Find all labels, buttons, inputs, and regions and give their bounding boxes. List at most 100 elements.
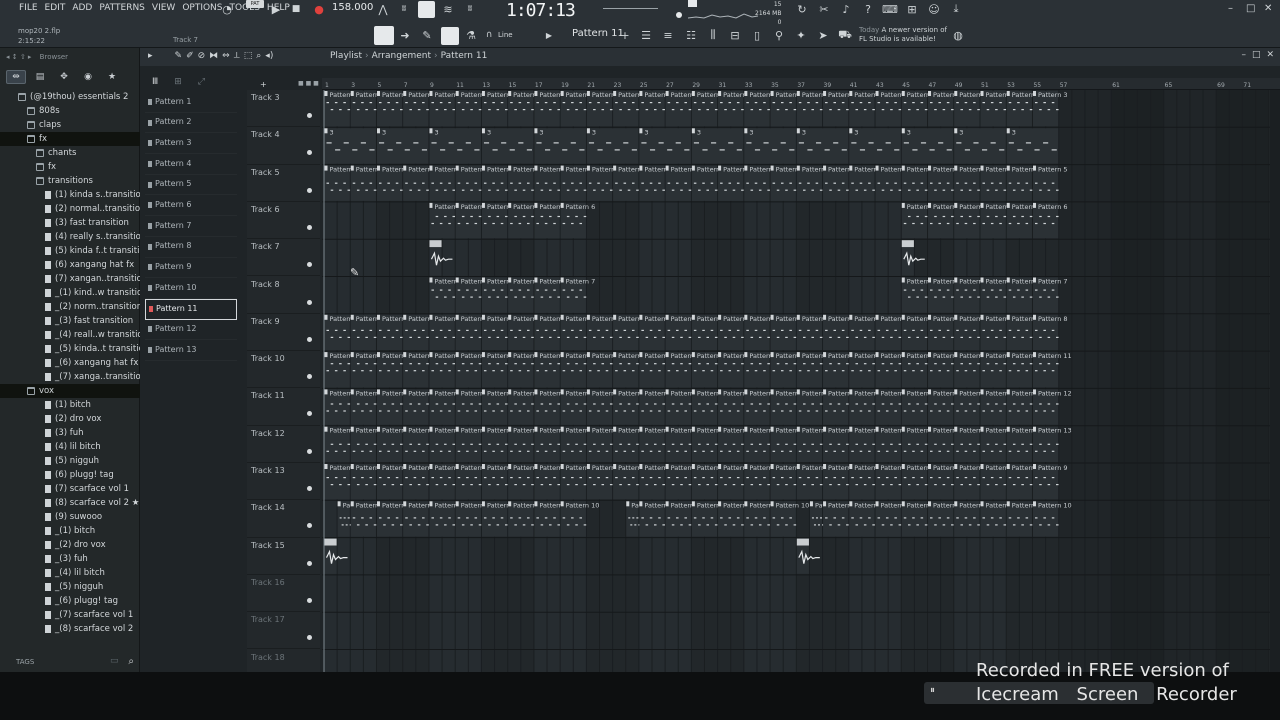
mixer-view-icon[interactable]: ⫼	[705, 28, 721, 42]
magnet-icon[interactable]: ∩	[484, 29, 494, 41]
download-icon[interactable]: ⤓	[948, 1, 964, 17]
tools-icon[interactable]: ✦	[793, 28, 809, 42]
cut-icon[interactable]: ✂	[816, 1, 832, 17]
browser-file[interactable]: _(4) reall..w transition	[0, 328, 140, 342]
wait-input-icon[interactable]: ʬ	[396, 2, 412, 16]
browser-folder[interactable]: fx	[0, 132, 140, 146]
track-mute-led[interactable]	[307, 635, 312, 641]
menu-patterns[interactable]: PATTERNS	[98, 3, 146, 13]
track-header[interactable]: Track 6	[247, 202, 320, 240]
pause-icon[interactable]: ⏸	[930, 685, 935, 696]
add-pattern-icon[interactable]: +	[620, 28, 630, 42]
track-header[interactable]: Track 5	[247, 165, 320, 202]
picker-auto-mode-icon[interactable]: ⤢	[198, 77, 205, 87]
browser-file[interactable]: (1) kinda s..transition	[0, 188, 140, 202]
vertical-scrollbar[interactable]	[1270, 90, 1280, 672]
playlist-close-icon[interactable]: ✕	[1266, 50, 1274, 60]
pattern-clip[interactable]: 3	[429, 128, 481, 164]
pencil-icon[interactable]: ✎	[420, 28, 434, 42]
browser-file[interactable]: (6) plugg! tag	[0, 468, 140, 482]
tempo-display[interactable]: 158.000	[332, 2, 373, 13]
track-header[interactable]: Track 3	[247, 90, 320, 128]
browser-projects-icon[interactable]: ◉	[78, 70, 98, 84]
playlist-maximize-icon[interactable]: □	[1252, 50, 1261, 60]
arrow-right-icon[interactable]: ➜	[398, 28, 412, 42]
slice-tool-icon[interactable]: ⟂	[234, 51, 240, 61]
brush-tool-icon[interactable]: ✐	[186, 51, 194, 61]
search-icon[interactable]: ⌕	[128, 656, 134, 667]
pat-song-toggle-icon[interactable]: ◔	[219, 1, 235, 17]
track-mute-led[interactable]	[307, 523, 312, 529]
mute-tool-icon[interactable]: ⧓	[209, 51, 218, 61]
track-header[interactable]: Track 13	[247, 463, 320, 501]
browser-folder[interactable]: transitions	[0, 174, 140, 188]
browser-nav-icon[interactable]: ◂ ↕ ⇧ ▸	[6, 53, 31, 61]
browser-file[interactable]: _(5) nigguh	[0, 580, 140, 594]
microphone-icon[interactable]: ♪	[838, 1, 854, 17]
menu-file[interactable]: FILE	[18, 3, 39, 13]
track-mute-led[interactable]	[307, 486, 312, 491]
browser-file[interactable]: _(7) scarface vol 1	[0, 608, 140, 622]
track-header[interactable]: Track 10	[247, 351, 320, 389]
pattern-clip[interactable]: 3	[849, 128, 901, 164]
pencil-tool-icon[interactable]: ✎	[175, 51, 183, 61]
pattern-selector[interactable]: Pattern 11	[572, 28, 624, 39]
browser-file[interactable]: _(2) dro vox	[0, 538, 140, 552]
browser-files-icon[interactable]: ▤	[30, 70, 50, 84]
master-volume-slider[interactable]	[603, 8, 658, 9]
track-header[interactable]: Track 4	[247, 127, 320, 165]
help-icon[interactable]: ?	[860, 1, 876, 17]
browser-file[interactable]: (1) bitch	[0, 398, 140, 412]
maximize-icon[interactable]: □	[1246, 3, 1255, 14]
track-header[interactable]: Track 14	[247, 500, 320, 538]
browser-favorites-icon[interactable]: ★	[102, 70, 122, 84]
picker-pattern-mode-icon[interactable]: Ⅲ	[152, 77, 158, 87]
browser-file[interactable]: _(4) lil bitch	[0, 566, 140, 580]
track-mute-led[interactable]	[307, 448, 312, 454]
browser-file[interactable]: (6) xangang hat fx	[0, 258, 140, 272]
pat-mode-button[interactable]: PAT	[246, 0, 264, 8]
stamp-icon[interactable]: ⚗	[464, 28, 478, 42]
track-header[interactable]: Track 17	[247, 612, 320, 650]
pattern-item[interactable]: Pattern 11	[145, 298, 237, 320]
track-header[interactable]: Track 8	[247, 277, 320, 314]
track-header[interactable]: Track 7	[247, 239, 320, 277]
pattern-clip[interactable]: 3	[376, 128, 429, 164]
picker-audio-mode-icon[interactable]: ⊞	[174, 77, 182, 87]
browser-file[interactable]: (2) dro vox	[0, 412, 140, 426]
pattern-clip[interactable]: 3	[901, 128, 954, 164]
minimize-icon[interactable]: –	[1228, 3, 1233, 14]
plugin-picker-icon[interactable]: ⊟	[727, 28, 743, 42]
browser-file[interactable]: _(6) plugg! tag	[0, 594, 140, 608]
track-mute-led[interactable]	[307, 113, 312, 118]
pattern-clip[interactable]: 3	[586, 128, 639, 164]
master-pitch-knob[interactable]	[688, 0, 697, 7]
arrangement-selector[interactable]: Arrangement	[372, 51, 431, 61]
play-button[interactable]: ▶	[270, 2, 282, 16]
browser-file[interactable]: (8) scarface vol 2 ★	[0, 496, 140, 510]
track-mute-led[interactable]	[307, 374, 312, 380]
track-mute-led[interactable]	[307, 187, 312, 193]
browser-file[interactable]: (4) really s..transition	[0, 230, 140, 244]
browser-folder[interactable]: 808s	[0, 104, 140, 118]
menu-options[interactable]: OPTIONS	[181, 3, 223, 13]
metronome-icon[interactable]: ⋀	[375, 2, 391, 16]
browser-file[interactable]: _(7) xanga..transition	[0, 370, 140, 384]
plugin-icon[interactable]: ⌨	[882, 1, 898, 17]
pattern-item[interactable]: Pattern 5	[145, 175, 237, 196]
track-mute-led[interactable]	[307, 150, 312, 156]
record-button[interactable]: ●	[313, 2, 325, 16]
track-header[interactable]: Track 11	[247, 388, 320, 426]
pattern-item[interactable]: Pattern 12	[145, 320, 237, 341]
browser-file[interactable]: _(2) norm..transition	[0, 300, 140, 314]
timeline-ruler[interactable]: 1 3 5 7 9 11 13 15 17 19 21 23 25 27 29 31 33 35 37 39 41 43 4…	[322, 78, 1280, 90]
browser-plugins-icon[interactable]: ✥	[54, 70, 74, 84]
pattern-item[interactable]: Pattern 6	[145, 195, 237, 217]
cart-icon[interactable]: ⛟	[837, 28, 853, 42]
pattern-item[interactable]: Pattern 4	[145, 154, 237, 175]
pattern-item[interactable]: Pattern 3	[145, 133, 237, 155]
pattern-clip[interactable]: 3	[324, 128, 376, 164]
select-tool-icon[interactable]: ⬚	[244, 51, 253, 61]
pattern-item[interactable]: Pattern 9	[145, 258, 237, 279]
chat-icon[interactable]: ☺	[926, 1, 942, 17]
